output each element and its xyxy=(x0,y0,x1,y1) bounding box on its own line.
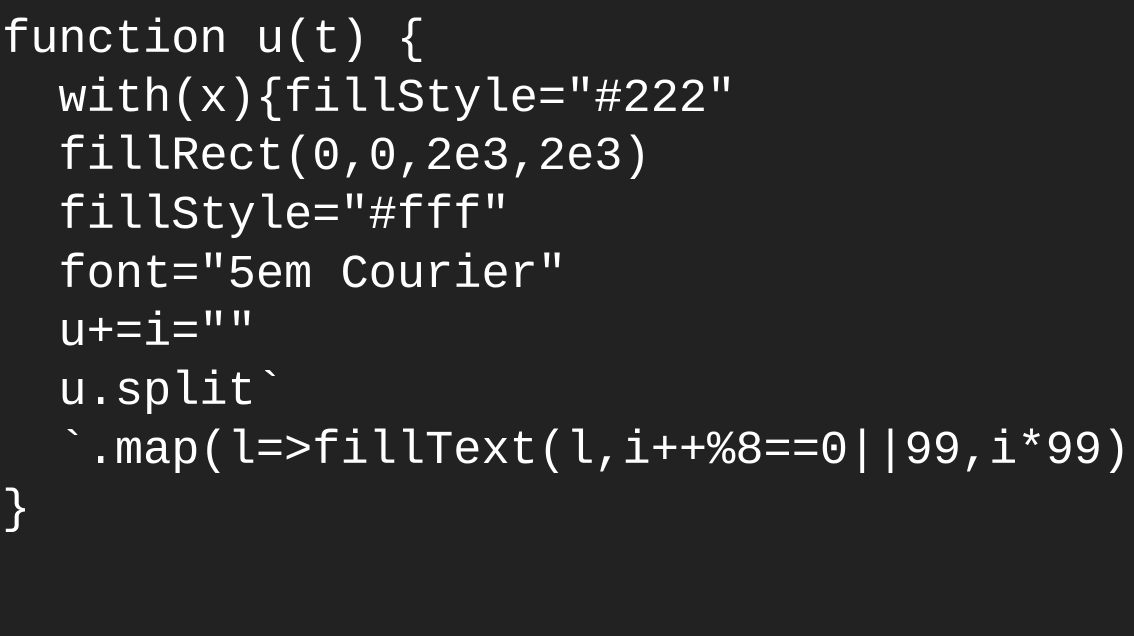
code-line: u.split` xyxy=(2,366,285,420)
code-line: `.map(l=>fillText(l,i++%8==0||99,i*99) xyxy=(2,424,1131,478)
code-line: function u(t) { xyxy=(2,14,426,67)
code-line: fillRect(0,0,2e3,2e3) xyxy=(2,131,651,185)
code-line: fillStyle="#fff" xyxy=(2,190,510,244)
code-display: function u(t) { with(x){fillStyle="#222"… xyxy=(2,12,1130,540)
code-line: font="5em Courier" xyxy=(2,248,567,302)
code-line: with(x){fillStyle="#222" xyxy=(2,72,736,126)
code-line: u+=i="" xyxy=(2,307,256,361)
code-line: } xyxy=(2,483,31,537)
